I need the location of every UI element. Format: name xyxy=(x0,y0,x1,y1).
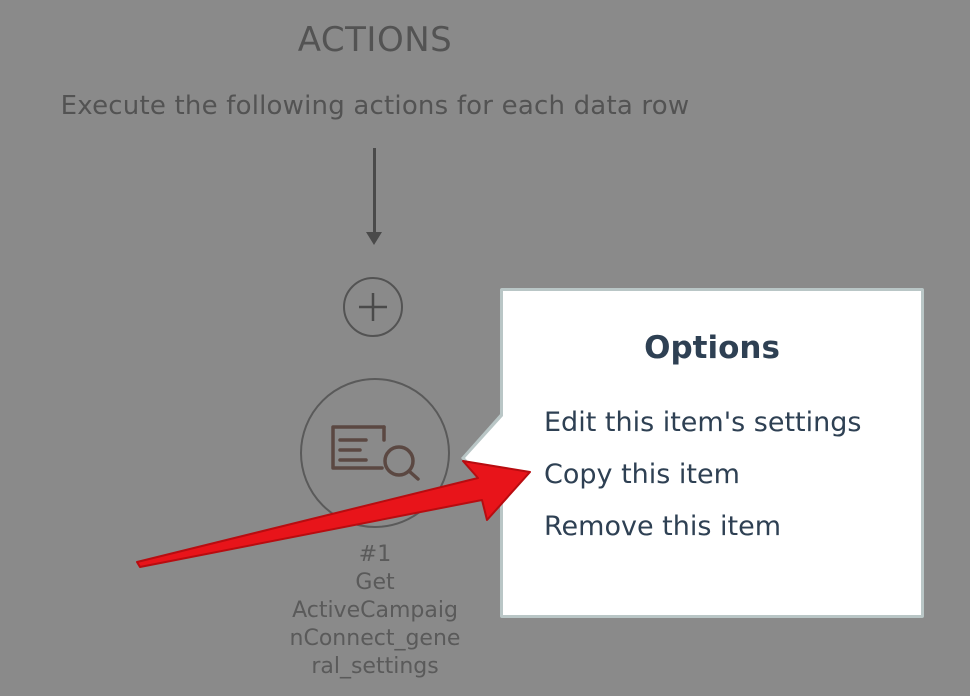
red-arrow-pointer-icon xyxy=(136,460,531,568)
